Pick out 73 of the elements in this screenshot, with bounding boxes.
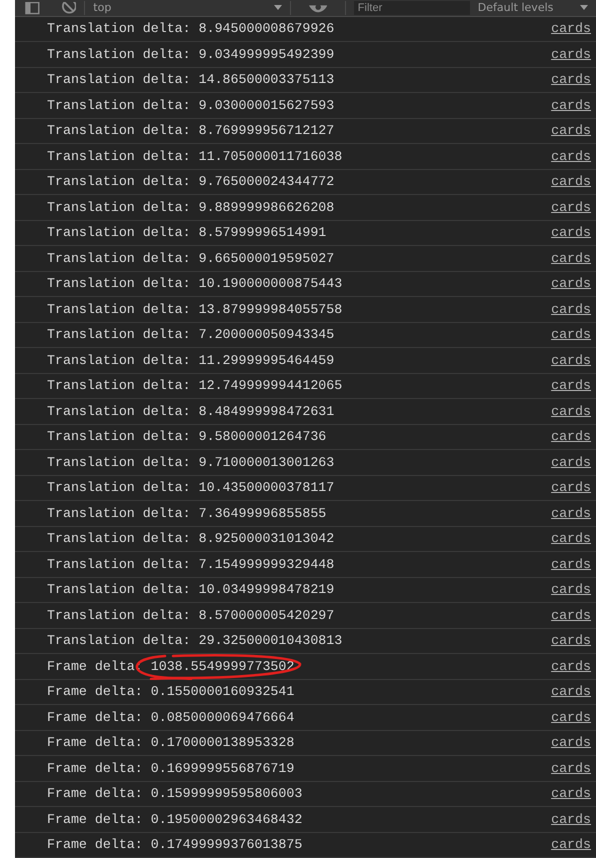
log-message: Frame delta: 0.17499999376013875: [47, 837, 302, 852]
context-select[interactable]: top: [93, 0, 282, 14]
log-message: Translation delta: 8.57999996514991: [47, 225, 326, 240]
log-message: Translation delta: 9.665000019595027: [47, 250, 334, 266]
source-link[interactable]: cards: [551, 302, 591, 317]
source-link[interactable]: cards: [551, 276, 591, 292]
source-link[interactable]: cards: [551, 633, 591, 648]
source-link[interactable]: cards: [551, 531, 591, 546]
log-message: Translation delta: 9.58000001264736: [47, 429, 326, 444]
log-message: Translation delta: 8.945000008679926: [47, 21, 334, 36]
log-message: Translation delta: 10.190000000875443: [47, 276, 342, 292]
sidebar-icon[interactable]: [25, 2, 40, 14]
source-link[interactable]: cards: [551, 710, 591, 725]
caret-icon: [580, 5, 588, 10]
log-message: Frame delta: 0.15999999595806003: [47, 786, 302, 802]
log-message: Frame delta: 0.1699999556876719: [47, 760, 294, 776]
source-link[interactable]: cards: [551, 174, 591, 190]
log-message: Translation delta: 14.86500003375113: [47, 72, 334, 88]
source-link[interactable]: cards: [551, 404, 591, 419]
source-link[interactable]: cards: [551, 506, 591, 521]
source-link[interactable]: cards: [551, 148, 591, 164]
log-message: Translation delta: 9.030000015627593: [47, 98, 334, 113]
source-link[interactable]: cards: [551, 98, 591, 113]
source-link[interactable]: cards: [551, 72, 591, 88]
source-link[interactable]: cards: [551, 735, 591, 750]
source-link[interactable]: cards: [551, 327, 591, 342]
source-link[interactable]: cards: [551, 837, 591, 852]
log-message: Frame delta: 0.1550000160932541: [47, 684, 294, 700]
eye-icon[interactable]: [308, 2, 327, 14]
source-link[interactable]: cards: [551, 684, 591, 700]
source-link[interactable]: cards: [551, 352, 591, 368]
log-message: Translation delta: 8.925000031013042: [47, 531, 334, 546]
source-link[interactable]: cards: [551, 608, 591, 623]
log-message: Translation delta: 12.749999994412065: [47, 378, 342, 394]
source-link[interactable]: cards: [551, 21, 591, 36]
source-link[interactable]: cards: [551, 46, 591, 62]
log-message: Translation delta: 11.705000011716038: [47, 148, 342, 164]
source-link[interactable]: cards: [551, 760, 591, 776]
caret-icon: [274, 5, 282, 10]
log-message: Translation delta: 11.29999995464459: [47, 352, 334, 368]
log-message: Frame delta: 0.19500002963468432: [47, 812, 302, 827]
log-message: Translation delta: 29.325000010430813: [47, 633, 342, 648]
clear-icon[interactable]: [62, 2, 76, 14]
levels-select[interactable]: Default levels: [478, 0, 588, 14]
log-message: Translation delta: 8.769999956712127: [47, 123, 334, 138]
log-message: Translation delta: 7.36499996855855: [47, 506, 326, 521]
log-message: Translation delta: 8.484999998472631: [47, 404, 334, 419]
log-message: Translation delta: 9.889999986626208: [47, 200, 334, 215]
log-message: Translation delta: 7.154999999329448: [47, 556, 334, 572]
filter-field[interactable]: Filter: [354, 0, 470, 14]
source-link[interactable]: cards: [551, 556, 591, 572]
source-link[interactable]: cards: [551, 454, 591, 470]
log-message: Translation delta: 10.03499998478219: [47, 582, 334, 598]
log-message: Translation delta: 10.43500000378117: [47, 480, 334, 496]
source-link[interactable]: cards: [551, 378, 591, 394]
source-link[interactable]: cards: [551, 786, 591, 802]
source-link[interactable]: cards: [551, 480, 591, 496]
source-link[interactable]: cards: [551, 658, 591, 674]
source-link[interactable]: cards: [551, 200, 591, 215]
source-link[interactable]: cards: [551, 812, 591, 827]
log-message: Translation delta: 13.879999984055758: [47, 302, 342, 317]
log-message: Translation delta: 9.710000013001263: [47, 454, 334, 470]
log-message: Translation delta: 9.034999995492399: [47, 46, 334, 62]
log-message: Translation delta: 9.765000024344772: [47, 174, 334, 190]
source-link[interactable]: cards: [551, 225, 591, 240]
source-link[interactable]: cards: [551, 250, 591, 266]
source-link[interactable]: cards: [551, 123, 591, 138]
log-message: Translation delta: 7.200000050943345: [47, 327, 334, 342]
log-message: Translation delta: 8.570000005420297: [47, 608, 334, 623]
source-link[interactable]: cards: [551, 429, 591, 444]
log-message: Frame delta: 0.1700000138953328: [47, 735, 294, 750]
log-message: Frame delta: 0.0850000069476664: [47, 710, 294, 725]
source-link[interactable]: cards: [551, 582, 591, 598]
